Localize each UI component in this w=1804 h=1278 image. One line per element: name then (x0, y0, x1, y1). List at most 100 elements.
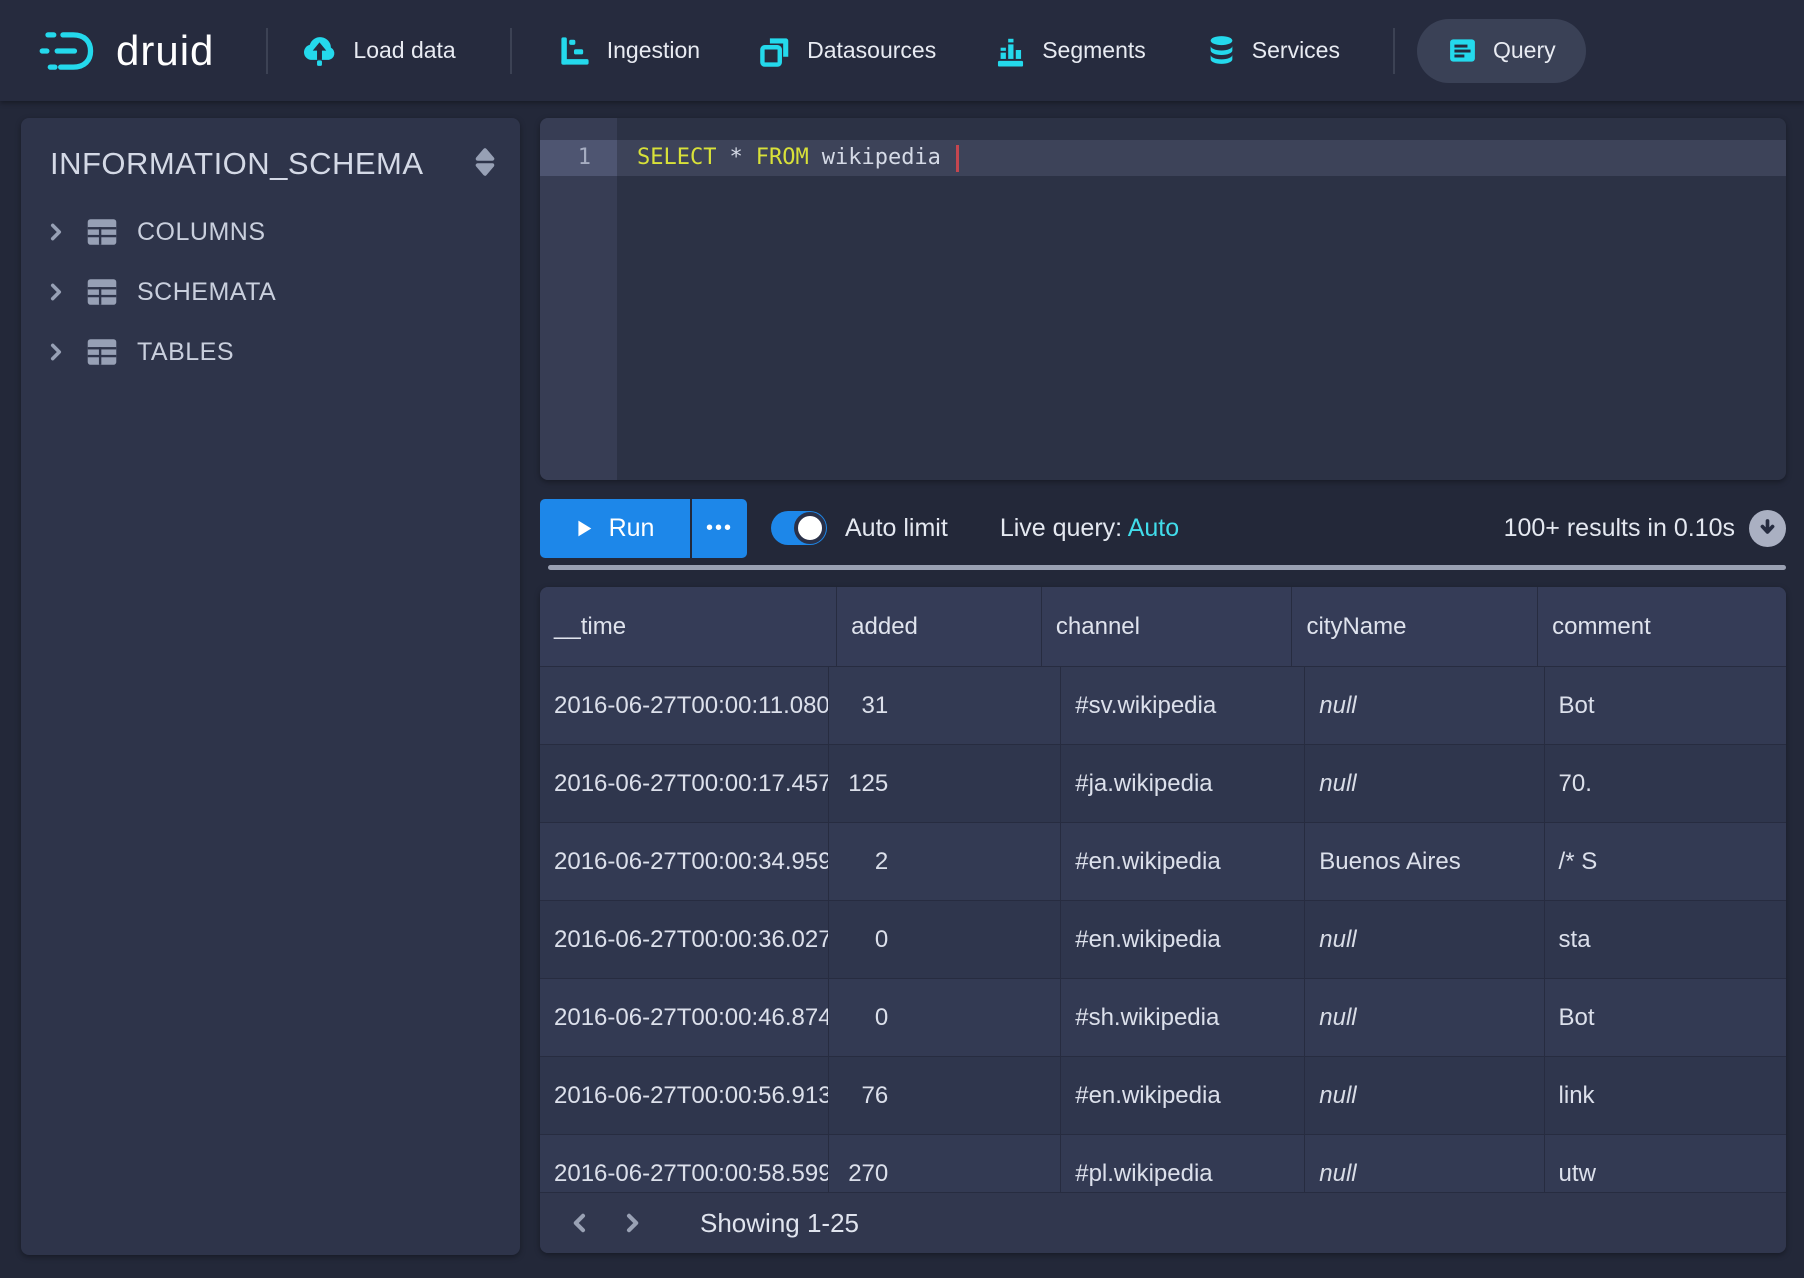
run-more-options-button[interactable]: ••• (692, 499, 747, 558)
download-results-button[interactable] (1749, 510, 1786, 547)
query-progress-bar (548, 565, 1786, 570)
table-cell[interactable]: 2016-06-27T00:00:34.959Z (540, 823, 829, 901)
tree-item-label: COLUMNS (137, 218, 266, 247)
chevron-right-icon[interactable] (45, 341, 67, 363)
table-cell[interactable]: null (1305, 1057, 1544, 1135)
table-cell[interactable]: 31 (829, 667, 1061, 745)
results-panel: __time added channel cityName comment 20… (540, 587, 1786, 1253)
line-number: 1 (540, 140, 617, 176)
nav-item-ingestion[interactable]: Ingestion (558, 34, 700, 68)
download-arrow-icon (1756, 517, 1779, 540)
sql-editor[interactable]: 1 SELECT*FROMwikipedia (540, 118, 1786, 480)
table-cell[interactable]: 70. (1545, 745, 1786, 823)
table-cell[interactable]: null (1305, 745, 1544, 823)
tree-item-label: SCHEMATA (137, 278, 276, 307)
nav-item-datasources[interactable]: Datasources (758, 34, 936, 68)
table-cell[interactable]: 2016-06-27T00:00:11.080Z (540, 667, 829, 745)
table-cell[interactable]: Bot (1545, 667, 1786, 745)
table-cell[interactable]: sta (1545, 901, 1786, 979)
table-icon (85, 337, 119, 367)
column-header-cityname[interactable]: cityName (1292, 587, 1538, 666)
tree-item-label: TABLES (137, 338, 234, 367)
sql-keyword: FROM (756, 140, 809, 176)
table-cell[interactable]: #ja.wikipedia (1061, 745, 1305, 823)
table-cell[interactable]: 2016-06-27T00:00:56.913Z (540, 1057, 829, 1135)
nav-item-query[interactable]: Query (1417, 19, 1586, 83)
schema-tree: COLUMNS SCHEMATA (21, 202, 520, 382)
toggle-knob (794, 512, 826, 544)
table-cell[interactable]: 0 (829, 901, 1061, 979)
table-cell[interactable]: link (1545, 1057, 1786, 1135)
chevron-right-icon[interactable] (45, 221, 67, 243)
table-cell[interactable]: null (1305, 979, 1544, 1057)
auto-limit-label: Auto limit (845, 514, 948, 543)
nav-divider (266, 28, 268, 74)
table-icon (85, 217, 119, 247)
sql-query-text[interactable]: SELECT*FROMwikipedia (637, 140, 959, 176)
table-cell[interactable]: 76 (829, 1057, 1061, 1135)
nav-divider (1393, 28, 1395, 74)
nav-item-label: Ingestion (607, 37, 700, 64)
table-cell[interactable]: 125 (829, 745, 1061, 823)
bar-chart-icon (994, 34, 1027, 68)
nav-item-services[interactable]: Services (1206, 33, 1340, 69)
table-cell[interactable]: Bot (1545, 979, 1786, 1057)
previous-page-button[interactable] (560, 1203, 600, 1243)
table-cell[interactable]: 2016-06-27T00:00:46.874Z (540, 979, 829, 1057)
next-page-button[interactable] (612, 1203, 652, 1243)
results-info: 100+ results in 0.10s (1504, 514, 1735, 543)
table-row: 2016-06-27T00:00:34.959Z2#en.wikipediaBu… (540, 823, 1786, 901)
table-cell[interactable]: #sv.wikipedia (1061, 667, 1305, 745)
double-caret-vertical-icon[interactable] (472, 146, 498, 178)
nav-item-label: Query (1493, 37, 1556, 64)
tree-item-tables[interactable]: TABLES (21, 322, 520, 382)
gantt-chart-icon (558, 34, 592, 68)
table-row: 2016-06-27T00:00:11.080Z31#sv.wikipedian… (540, 667, 1786, 745)
table-cell[interactable]: #en.wikipedia (1061, 823, 1305, 901)
table-header-row: __time added channel cityName comment (540, 587, 1786, 667)
table-cell[interactable]: #sh.wikipedia (1061, 979, 1305, 1057)
table-cell[interactable]: null (1305, 901, 1544, 979)
table-row: 2016-06-27T00:00:36.027Z0#en.wikipedianu… (540, 901, 1786, 979)
table-cell[interactable]: Buenos Aires (1305, 823, 1544, 901)
tree-item-columns[interactable]: COLUMNS (21, 202, 520, 262)
column-header-time[interactable]: __time (540, 587, 837, 666)
sql-identifier: wikipedia (822, 140, 941, 176)
druid-logo[interactable]: druid (38, 27, 214, 75)
auto-limit-toggle[interactable] (771, 511, 827, 545)
table-row: 2016-06-27T00:00:56.913Z76#en.wikipedian… (540, 1057, 1786, 1135)
nav-item-label: Segments (1042, 37, 1146, 64)
table-cell[interactable]: 2 (829, 823, 1061, 901)
run-button[interactable]: Run (540, 499, 690, 558)
chevron-right-icon[interactable] (45, 281, 67, 303)
sql-operator: * (729, 140, 742, 176)
nav-divider (510, 28, 512, 74)
table-cell[interactable]: #en.wikipedia (1061, 901, 1305, 979)
table-icon (85, 277, 119, 307)
multi-panel-icon (758, 34, 792, 68)
schema-title: INFORMATION_SCHEMA (50, 146, 424, 182)
query-toolbar: Run ••• Auto limit Live query: Auto 100+… (540, 498, 1786, 558)
logo-wordmark: druid (116, 27, 214, 75)
text-cursor (956, 145, 959, 172)
table-cell[interactable]: 2016-06-27T00:00:36.027Z (540, 901, 829, 979)
more-dots-icon: ••• (706, 517, 733, 540)
column-header-added[interactable]: added (837, 587, 1042, 666)
pagination-footer: Showing 1-25 (540, 1193, 1786, 1253)
live-query-label[interactable]: Live query: Auto (1000, 514, 1179, 543)
nav-item-segments[interactable]: Segments (994, 34, 1146, 68)
live-query-value[interactable]: Auto (1128, 514, 1179, 542)
nav-item-load-data[interactable]: Load data (301, 34, 455, 67)
table-cell[interactable]: #en.wikipedia (1061, 1057, 1305, 1135)
table-cell[interactable]: 0 (829, 979, 1061, 1057)
table-cell[interactable]: null (1305, 667, 1544, 745)
druid-logo-icon (38, 28, 104, 74)
table-cell[interactable]: 2016-06-27T00:00:17.457Z (540, 745, 829, 823)
navbar: druid Load data Ingestion (0, 0, 1804, 101)
column-header-comment[interactable]: comment (1538, 587, 1786, 666)
table-cell[interactable]: /* S (1545, 823, 1786, 901)
sidebar-header: INFORMATION_SCHEMA (21, 118, 520, 204)
table-row: 2016-06-27T00:00:46.874Z0#sh.wikipedianu… (540, 979, 1786, 1057)
column-header-channel[interactable]: channel (1042, 587, 1293, 666)
tree-item-schemata[interactable]: SCHEMATA (21, 262, 520, 322)
